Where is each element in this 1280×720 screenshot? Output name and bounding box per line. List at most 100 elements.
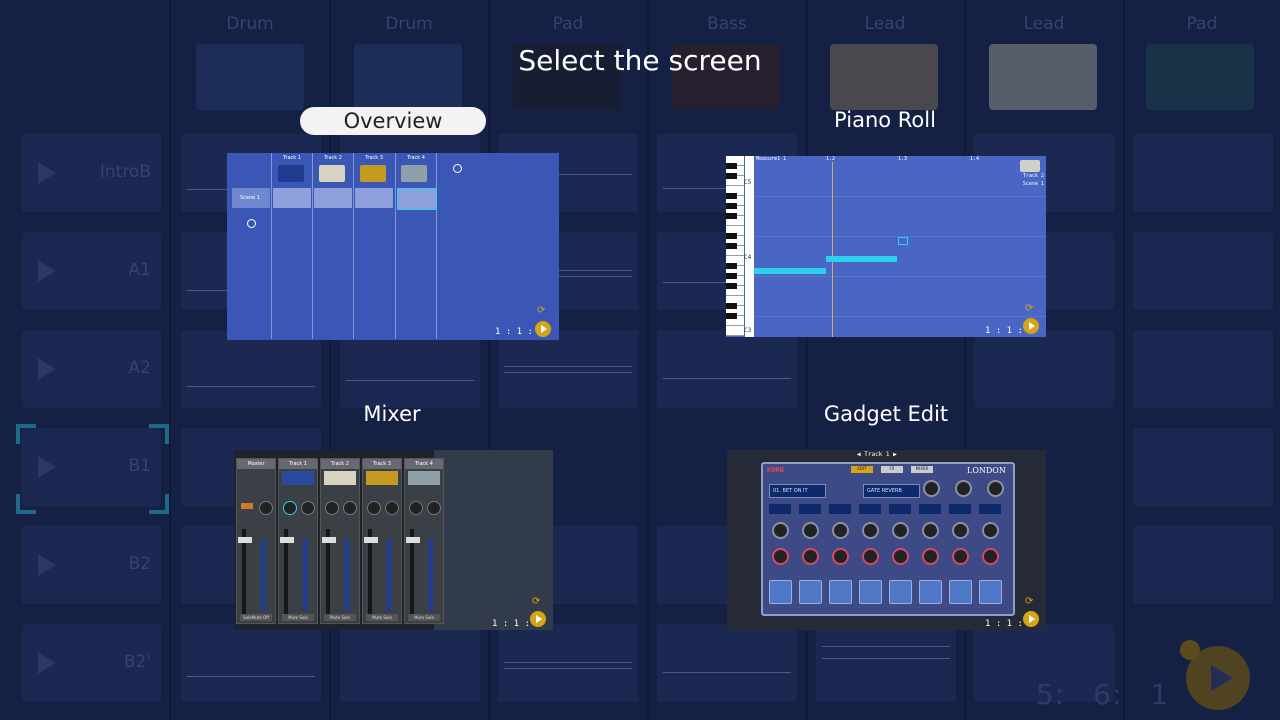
play-icon xyxy=(1023,318,1039,334)
mixer-option-label[interactable]: Mixer xyxy=(327,402,457,426)
knob-icon xyxy=(987,480,1004,497)
clip-cell[interactable] xyxy=(340,330,480,408)
key-label-c3: C3 xyxy=(744,327,752,334)
play-icon xyxy=(1023,611,1039,627)
knob-icon xyxy=(802,548,819,565)
piano-roll-option-label[interactable]: Piano Roll xyxy=(800,108,970,132)
scene-button-b2-prime[interactable]: B2' xyxy=(22,624,161,702)
track-header-4[interactable]: Bass xyxy=(648,14,806,34)
scene-label: B2 xyxy=(128,554,151,574)
column-divider xyxy=(169,0,171,720)
gadget-edit-track: Track 1 xyxy=(864,451,890,458)
mixer-strip-track-4: Track 4 Mute Solo xyxy=(404,458,444,624)
piano-key xyxy=(726,313,737,319)
clip-cell[interactable] xyxy=(498,330,638,408)
gadget-thumbnail xyxy=(408,471,440,485)
fader-cap xyxy=(322,537,336,543)
reverb-button xyxy=(241,503,253,509)
pad-label xyxy=(949,504,971,514)
piano-key xyxy=(726,303,737,309)
track-header-6[interactable]: Lead xyxy=(965,14,1123,34)
tick-label: 1.3 xyxy=(898,156,908,162)
pad-label xyxy=(799,504,821,514)
brand-logo: KORG xyxy=(767,466,784,474)
fader-cap xyxy=(280,537,294,543)
knob-icon xyxy=(862,548,879,565)
solo-label: Solo xyxy=(383,615,392,620)
play-icon xyxy=(38,162,56,184)
track-header-7[interactable]: Pad xyxy=(1123,14,1280,34)
clip-cell[interactable] xyxy=(1133,330,1273,408)
loop-icon: ⟳ xyxy=(1025,596,1034,607)
mute-solo-buttons: Mute Solo xyxy=(324,614,356,621)
strip-header: Track 1 xyxy=(279,459,317,469)
scene-button-a2[interactable]: A2 xyxy=(22,330,161,408)
track-header-3[interactable]: Pad xyxy=(489,14,647,34)
piano-roll-scene: Scene 1 xyxy=(1022,181,1044,187)
clip-cell[interactable] xyxy=(1133,134,1273,212)
clip-cell[interactable] xyxy=(1133,232,1273,310)
mute-solo-buttons: Mute Solo xyxy=(282,614,314,621)
dialog-title: Select the screen xyxy=(518,44,762,77)
add-scene-icon xyxy=(247,219,256,228)
clip-cell xyxy=(273,188,311,208)
key-label-c4: C4 xyxy=(744,254,752,261)
counter-beat: 6: xyxy=(1093,678,1123,711)
clip-cell[interactable] xyxy=(340,624,480,702)
clip-cell[interactable] xyxy=(1133,428,1273,506)
solo-label: Solo xyxy=(425,615,434,620)
clip-cell[interactable] xyxy=(181,330,321,408)
knob-icon xyxy=(772,522,789,539)
mode-edit: EDIT xyxy=(851,466,873,473)
fader-cap xyxy=(238,537,252,543)
overview-option[interactable]: Track 1 Track 2 Track 3 Track 4 Scene 1 … xyxy=(227,153,559,340)
loop-icon: ⟳ xyxy=(537,305,546,316)
knob-icon xyxy=(922,522,939,539)
piano-key xyxy=(726,273,737,279)
scene-button-a1[interactable]: A1 xyxy=(22,232,161,310)
strip-header: Track 2 xyxy=(321,459,359,469)
overview-column-divider xyxy=(312,153,313,339)
scene-button-b2[interactable]: B2 xyxy=(22,526,161,604)
overview-option-label[interactable]: Overview xyxy=(300,107,486,135)
level-meter xyxy=(387,539,391,611)
pad-label xyxy=(919,504,941,514)
mute-solo-buttons: Mute Solo xyxy=(408,614,440,621)
track-header-1[interactable]: Drum xyxy=(171,14,329,34)
counter-tick: 1 xyxy=(1150,678,1170,711)
clip-cell[interactable] xyxy=(657,624,797,702)
clip-cell[interactable] xyxy=(974,330,1114,408)
clip-cell[interactable] xyxy=(181,624,321,702)
piano-roll-option[interactable]: C5 C4 C3 Measure1 1 1.2 1.3 1.4 Track 2 … xyxy=(726,156,1046,337)
pad-label xyxy=(859,504,881,514)
pad-label xyxy=(769,504,791,514)
tick-label: 1.4 xyxy=(970,156,980,162)
scene-button-introb[interactable]: IntroB xyxy=(22,134,161,212)
track-header-5[interactable]: Lead xyxy=(806,14,964,34)
scene-label: B2' xyxy=(123,652,151,672)
mode-mixer: MIXER xyxy=(911,466,933,473)
mixer-option[interactable]: Master SoloMute Off Track 1 Mute Solo Tr… xyxy=(234,450,553,630)
knob-icon xyxy=(892,522,909,539)
overview-track-label: Track 2 xyxy=(324,155,342,161)
gadget-thumbnail xyxy=(401,165,427,182)
clip-cell[interactable] xyxy=(816,624,956,702)
main-play-button[interactable] xyxy=(1186,646,1250,710)
play-icon xyxy=(38,554,56,576)
loop-icon: ⟳ xyxy=(532,596,541,607)
clip-cell xyxy=(314,188,352,208)
clip-cell[interactable] xyxy=(657,330,797,408)
strip-header: Track 4 xyxy=(405,459,443,469)
overview-column-divider xyxy=(436,153,437,339)
knob-icon xyxy=(427,501,441,515)
pad-label xyxy=(829,504,851,514)
clip-cell[interactable] xyxy=(1133,526,1273,604)
gadget-edit-option[interactable]: ◀ Track 1 ▶ KORG LONDON EDIT FX MIXER 01… xyxy=(727,450,1046,630)
gadget-edit-option-label[interactable]: Gadget Edit xyxy=(806,402,966,426)
gadget-thumbnail xyxy=(366,471,398,485)
scene-button-b1[interactable]: B1 xyxy=(22,428,161,506)
clip-cell[interactable] xyxy=(498,624,638,702)
piano-key xyxy=(726,213,737,219)
overview-track-label: Track 4 xyxy=(407,155,425,161)
track-header-2[interactable]: Drum xyxy=(330,14,488,34)
